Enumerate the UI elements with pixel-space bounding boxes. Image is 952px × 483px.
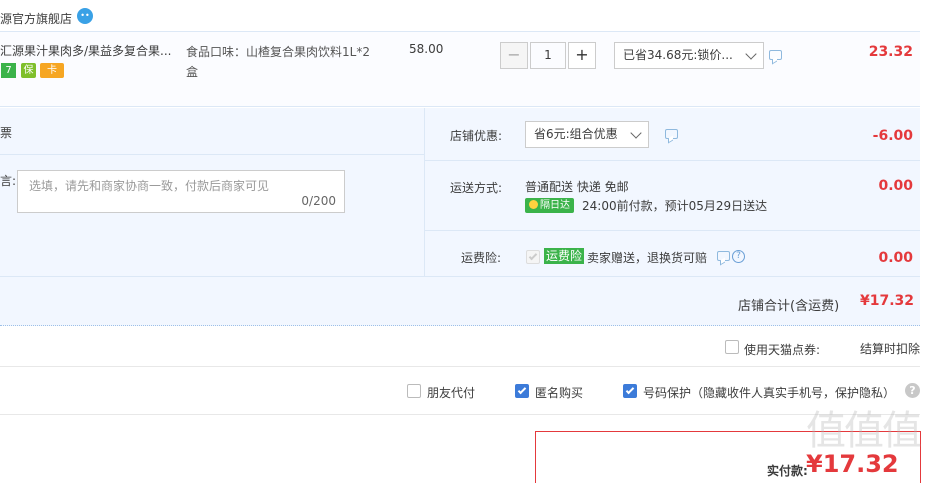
insurance-text: 卖家赠送，退换货可赔 bbox=[587, 251, 708, 265]
insurance-cost: 0.00 bbox=[878, 250, 913, 266]
shipping-eta: 24:00前付款，预计05月29日送达 bbox=[582, 199, 768, 213]
quantity-plus-button[interactable]: + bbox=[568, 42, 596, 69]
divider bbox=[425, 160, 920, 161]
item-title[interactable]: 汇源果汁果肉多/果益多复合果... bbox=[0, 42, 175, 59]
divider bbox=[0, 414, 920, 415]
insurance-badge: 运费险 bbox=[544, 248, 585, 264]
shipping-method: 普通配送 快递 免邮 bbox=[525, 180, 629, 194]
lightning-icon bbox=[529, 200, 538, 209]
anonymous-label: 匿名购买 bbox=[535, 386, 584, 400]
item-discount-select[interactable]: 已省34.68元:锁价... bbox=[614, 42, 764, 69]
next-day-label: 隔日达 bbox=[540, 200, 570, 211]
shop-promo-amount: -6.00 bbox=[872, 128, 913, 144]
coupon-note: 结算时扣除 bbox=[860, 342, 921, 356]
comment-icon[interactable] bbox=[769, 50, 782, 60]
help-icon[interactable]: ? bbox=[905, 383, 920, 398]
shop-promo-select[interactable]: 省6元:组合优惠 bbox=[525, 121, 649, 148]
card-payment-icon: 卡 bbox=[40, 63, 64, 78]
chevron-down-icon bbox=[630, 127, 642, 139]
guarantee-icon: 保 bbox=[21, 63, 36, 78]
seven-day-return-icon: 7 bbox=[1, 63, 16, 78]
watermark: 值值值 bbox=[806, 408, 922, 454]
shop-total-value: ¥17.32 bbox=[859, 293, 914, 309]
coupon-label: 使用天猫点券: bbox=[744, 343, 821, 357]
coupon-checkbox[interactable] bbox=[725, 340, 739, 354]
shipping-cost: 0.00 bbox=[878, 178, 913, 194]
comment-icon[interactable] bbox=[717, 251, 730, 261]
insurance-checkbox bbox=[526, 250, 540, 264]
quantity-input[interactable]: 1 bbox=[530, 42, 566, 69]
number-protect-checkbox[interactable] bbox=[623, 384, 637, 398]
anonymous-checkbox[interactable] bbox=[515, 384, 529, 398]
friend-pay-label: 朋友代付 bbox=[427, 386, 476, 400]
message-char-count: 0/200 bbox=[301, 194, 336, 208]
unit-price: 58.00 bbox=[409, 42, 444, 56]
message-label: 言: bbox=[0, 174, 17, 188]
next-day-badge: 隔日达 bbox=[525, 198, 574, 213]
shop-promo-value: 省6元:组合优惠 bbox=[534, 127, 618, 141]
payment-label: 实付款: bbox=[767, 464, 808, 478]
insurance-label: 运费险: bbox=[461, 251, 502, 265]
shop-total-label: 店铺合计(含运费) bbox=[738, 299, 840, 314]
message-placeholder: 选填，请先和商家协商一致，付款后商家可见 bbox=[29, 179, 270, 193]
divider bbox=[0, 366, 920, 367]
checkout-page: 源官方旗舰店 •• 汇源果汁果肉多/果益多复合果... 7 保 卡 食品口味：山… bbox=[0, 0, 952, 483]
buyer-message-input[interactable]: 选填，请先和商家协商一致，付款后商家可见 0/200 bbox=[17, 170, 345, 213]
quantity-minus-button[interactable]: − bbox=[500, 42, 528, 69]
shop-name[interactable]: 源官方旗舰店 bbox=[0, 10, 72, 27]
wangwang-chat-icon[interactable]: •• bbox=[77, 8, 93, 24]
item-total: 23.32 bbox=[868, 44, 913, 60]
shop-promo-label: 店铺优惠: bbox=[450, 129, 503, 143]
invoice-label: 票 bbox=[0, 126, 13, 140]
chevron-down-icon bbox=[745, 48, 757, 60]
item-sku: 食品口味：山楂复合果肉饮料1L*2盒 bbox=[186, 45, 370, 79]
comment-icon[interactable] bbox=[665, 129, 678, 139]
friend-pay-checkbox[interactable] bbox=[407, 384, 421, 398]
item-discount-label: 已省34.68元:锁价... bbox=[623, 48, 733, 62]
help-icon[interactable]: ? bbox=[732, 250, 745, 263]
shipping-label: 运送方式: bbox=[450, 181, 503, 195]
divider bbox=[425, 230, 920, 231]
